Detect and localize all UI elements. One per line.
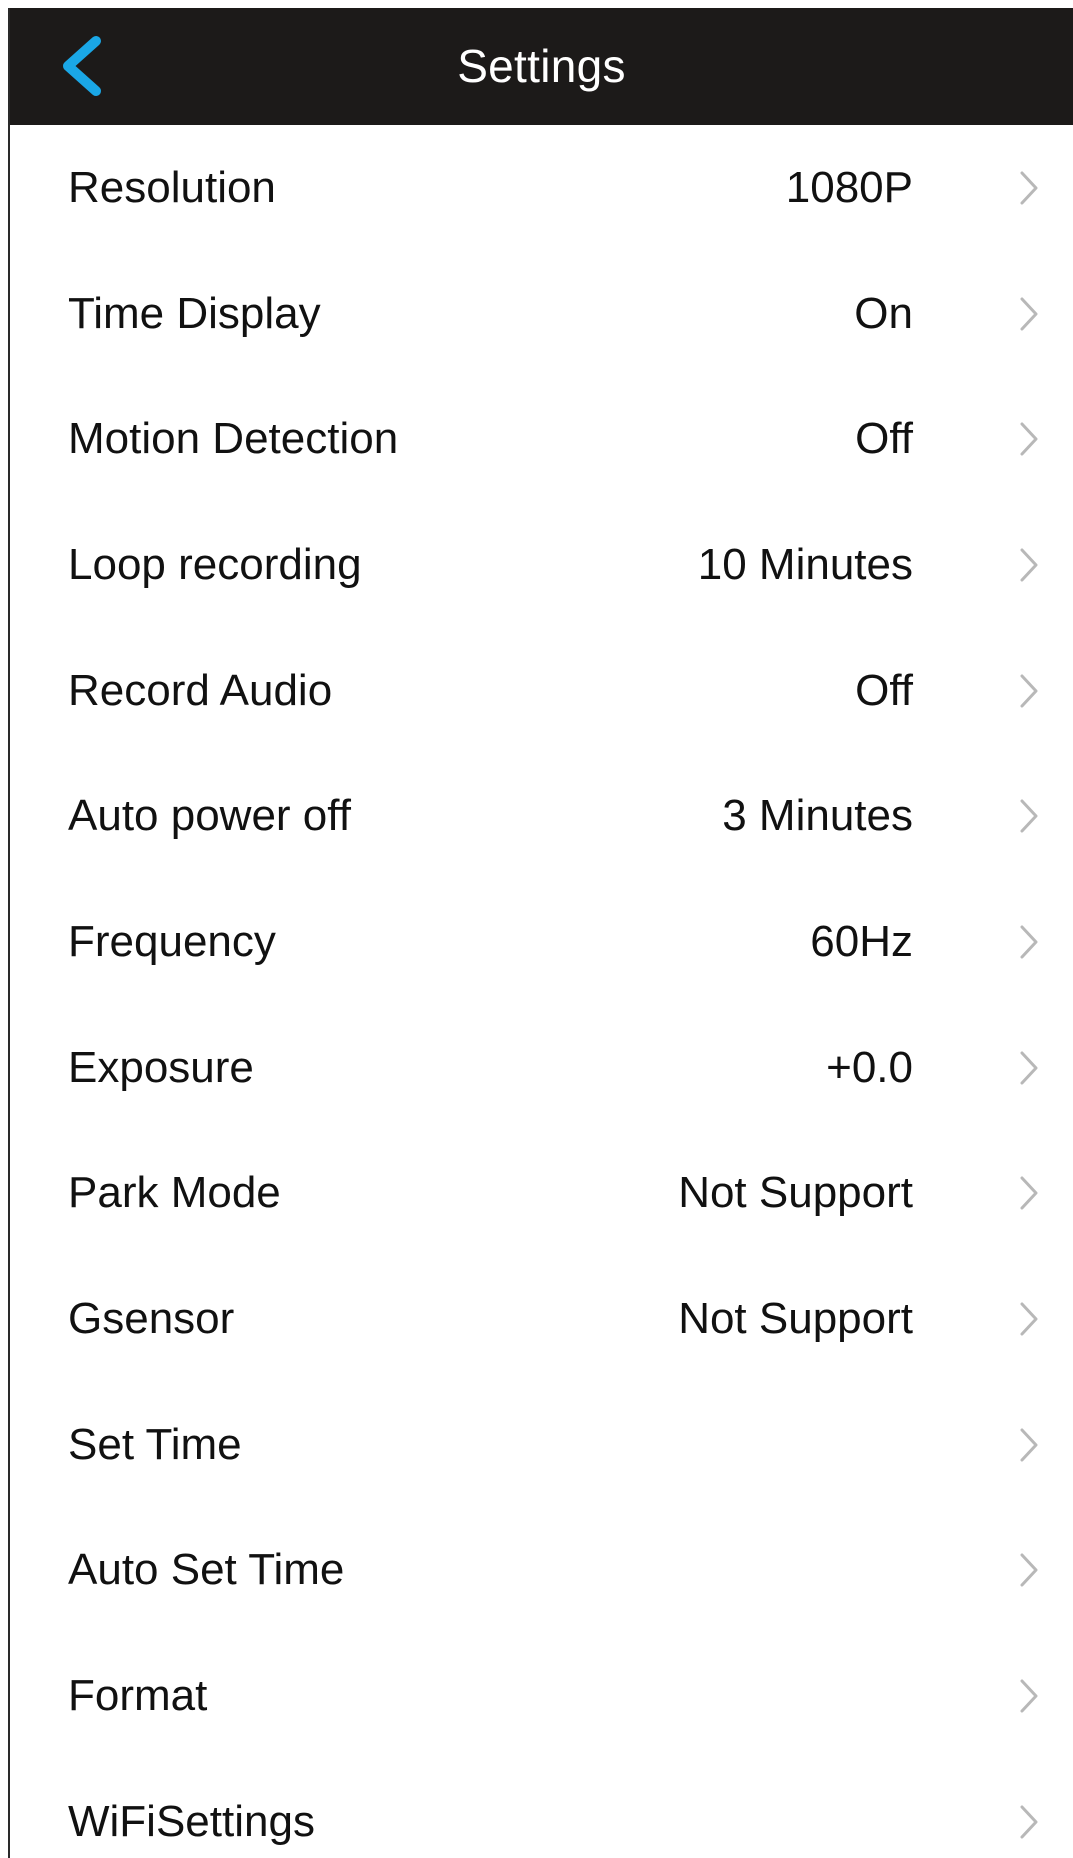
settings-row-label: Gsensor [68,1294,235,1344]
settings-row-label: Time Display [68,288,321,338]
settings-row-value: 10 Minutes [697,539,913,589]
page-title: Settings [457,40,626,92]
settings-row-time-display[interactable]: Time Display On [10,251,1073,377]
chevron-right-icon [1013,922,1045,962]
settings-row-value: 1080P [785,162,913,212]
chevron-right-icon [1013,1173,1045,1213]
settings-row-gsensor[interactable]: Gsensor Not Support [10,1256,1073,1382]
chevron-right-icon [1013,1048,1045,1088]
settings-row-format[interactable]: Format [10,1633,1073,1759]
settings-row-label: Record Audio [68,665,333,715]
settings-row-exposure[interactable]: Exposure +0.0 [10,1005,1073,1131]
settings-row-set-time[interactable]: Set Time [10,1382,1073,1508]
chevron-right-icon [1013,671,1045,711]
settings-row-loop-recording[interactable]: Loop recording 10 Minutes [10,502,1073,628]
settings-row-value: 60Hz [810,916,913,966]
chevron-right-icon [1013,168,1045,208]
settings-row-value: 3 Minutes [722,791,913,841]
chevron-right-icon [1013,1802,1045,1842]
settings-row-label: Motion Detection [68,414,399,464]
chevron-right-icon [1013,1299,1045,1339]
settings-row-label: Set Time [68,1419,242,1469]
settings-row-value: Off [855,414,913,464]
settings-row-label: WiFiSettings [68,1796,315,1846]
settings-row-wifisettings[interactable]: WiFiSettings [10,1759,1073,1858]
chevron-right-icon [1013,294,1045,334]
nav-bar: Settings [10,8,1073,125]
settings-row-label: Loop recording [68,539,362,589]
settings-row-auto-power-off[interactable]: Auto power off 3 Minutes [10,753,1073,879]
chevron-right-icon [1013,1425,1045,1465]
settings-row-label: Auto power off [68,791,351,841]
settings-screen: Settings Resolution 1080P Time Display On Mo… [8,8,1073,1858]
chevron-right-icon [1013,545,1045,585]
chevron-right-icon [1013,419,1045,459]
settings-row-record-audio[interactable]: Record Audio Off [10,628,1073,754]
chevron-right-icon [1013,796,1045,836]
settings-row-label: Format [68,1671,208,1721]
settings-row-label: Frequency [68,916,276,966]
settings-row-auto-set-time[interactable]: Auto Set Time [10,1508,1073,1634]
settings-row-frequency[interactable]: Frequency 60Hz [10,879,1073,1005]
chevron-right-icon [1013,1550,1045,1590]
settings-row-motion-detection[interactable]: Motion Detection Off [10,376,1073,502]
settings-row-value: +0.0 [826,1042,913,1092]
settings-row-label: Park Mode [68,1168,281,1218]
chevron-right-icon [1013,1676,1045,1716]
settings-row-label: Resolution [68,162,276,212]
settings-row-value: Not Support [678,1168,913,1218]
settings-list: Resolution 1080P Time Display On Motion Dete… [10,125,1073,1858]
settings-row-label: Auto Set Time [68,1545,345,1595]
settings-row-resolution[interactable]: Resolution 1080P [10,125,1073,251]
settings-row-value: Off [855,665,913,715]
settings-row-label: Exposure [68,1042,254,1092]
settings-row-value: Not Support [678,1294,913,1344]
settings-row-value: On [854,288,913,338]
top-margin [0,0,1073,8]
settings-row-park-mode[interactable]: Park Mode Not Support [10,1131,1073,1257]
